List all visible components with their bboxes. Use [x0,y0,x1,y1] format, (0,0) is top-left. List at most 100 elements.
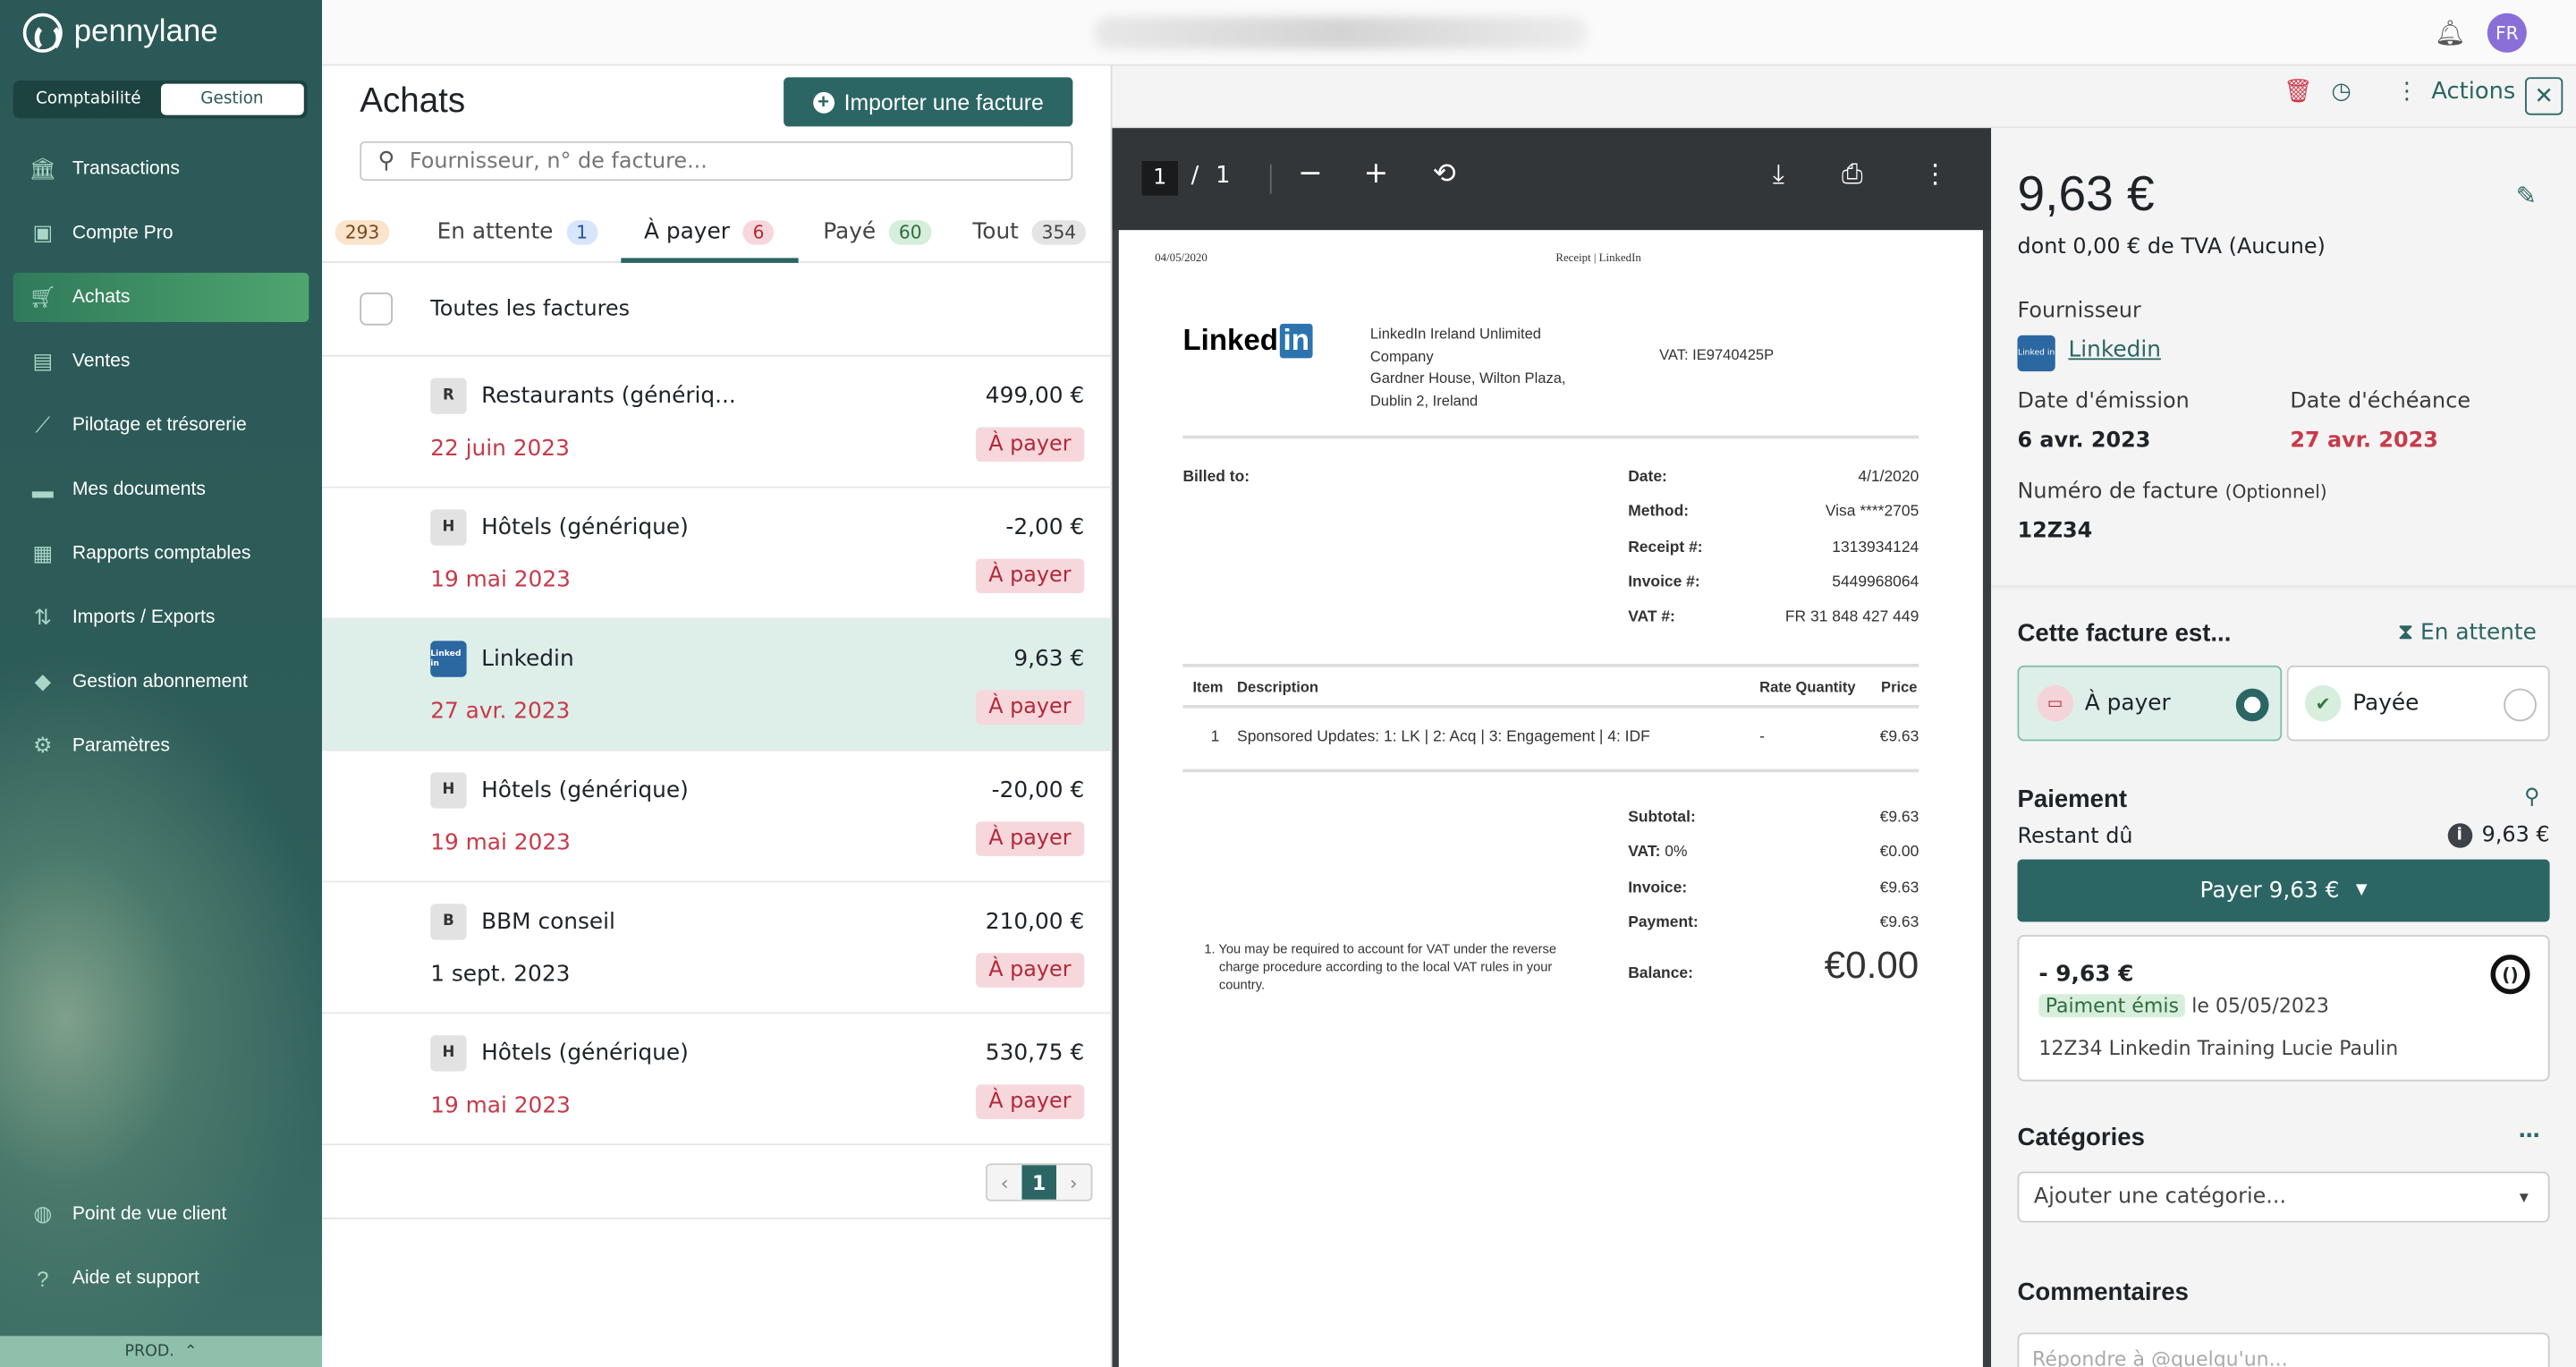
sidebar-item-ventes[interactable]: ▤ Ventes [13,337,309,386]
next-page-button[interactable]: › [1056,1165,1091,1200]
bell-icon[interactable]: 🔔︎ [2435,18,2466,47]
pdf-viewer: 1 / 1 − + ⟲ ⤓ ⎙ ⋮ 04/05/2020 Receipt | L… [1112,128,1992,1367]
close-button[interactable]: ✕ [2525,77,2563,115]
table-row[interactable]: Linked in Linkedin 9,63 € 27 avr. 2023 À… [321,619,1113,751]
sidebar-item-compte-pro[interactable]: ▣ Compte Pro [13,208,309,258]
optional-hint: (Optionnel) [2224,481,2327,504]
caret-down-icon: ▼ [2519,1190,2529,1204]
sidebar: pennylane Comptabilité Gestion 🏛︎ Transac… [0,0,322,1367]
caret-down-icon: ▼ [2355,882,2368,899]
zoom-in-icon[interactable]: + [1363,156,1388,191]
radio-unselected[interactable] [2504,688,2537,722]
import-invoice-button[interactable]: + Importer une facture [784,77,1073,127]
sidebar-item-rapports-comptables[interactable]: ▦ Rapports comptables [13,529,309,578]
more-icon[interactable]: ⋮ [1922,157,1948,189]
print-icon[interactable]: ⎙ [1842,157,1863,191]
payment-ref: 12Z34 Linkedin Training Lucie Paulin [2038,1036,2399,1060]
cart-icon: 🛒︎ [29,284,56,310]
select-all-row: Toutes les factures [321,263,1113,357]
sidebar-item-achats[interactable]: 🛒︎ Achats [13,272,309,322]
logo[interactable]: pennylane [22,13,218,53]
due-date: 27 avr. 2023 [430,698,571,725]
sidebar-item-point-de-vue-client[interactable]: ◍ Point de vue client [13,1190,309,1239]
comment-input[interactable]: Répondre à @quelqu'un... [2017,1332,2550,1367]
issue-date[interactable]: 6 avr. 2023 [2018,429,2151,454]
tab--payer[interactable]: À payer 6 [644,210,775,253]
status-badge: À payer [975,1084,1085,1119]
invoice-number-label: Numéro de facture [2017,480,2219,505]
vat-line: dont 0,00 € de TVA (Aucune) [2017,234,2326,260]
sidebar-item-aide-et-support[interactable]: ? Aide et support [13,1253,309,1303]
clock-icon[interactable]: ◷ [2331,79,2351,105]
search-field: ⚲ [360,140,1073,182]
radio-selected[interactable] [2235,688,2269,722]
pdf-meta-value: 4/1/2020 [1858,468,1919,487]
table-row[interactable]: R Restaurants (génériq... 499,00 € 22 ju… [321,357,1113,488]
select-all-checkbox[interactable] [360,292,393,326]
tab-a-traiter[interactable]: 293 [335,210,390,253]
table-row[interactable]: H Hôtels (générique) -20,00 € 19 mai 202… [321,751,1113,883]
supplier-link[interactable]: Linkedin [2068,337,2161,363]
rotate-icon[interactable]: ⟲ [1433,157,1456,191]
tab-pay-[interactable]: Payé 60 [823,210,932,253]
supplier-avatar: H [430,1035,467,1072]
option-a-payer[interactable]: ▭ À payer [2017,665,2283,742]
pdf-note: 1. You may be required to account for VA… [1204,941,1557,993]
sidebar-item-pilotage-et-tr-sorerie[interactable]: ⟋ Pilotage et trésorerie [13,401,309,450]
sidebar-item-gestion-abonnement[interactable]: ◆ Gestion abonnement [13,658,309,707]
due-date[interactable]: 27 avr. 2023 [2290,429,2437,454]
mode-gestion[interactable]: Gestion [160,83,304,115]
payment-amount: - 9,63 € [2038,961,2134,988]
chevron-up-icon: ⌃ [183,1342,198,1361]
search-input[interactable] [409,149,1034,174]
supplier-name: Hôtels (générique) [481,514,689,541]
sidebar-item-mes-documents[interactable]: ▬ Mes documents [13,465,309,514]
table-row[interactable]: B BBM conseil 210,00 € 1 sept. 2023 À pa… [321,882,1113,1015]
categories-heading: Catégories [2017,1124,2145,1152]
info-icon: i [2447,823,2472,848]
category-select[interactable]: Ajouter une catégorie... ▼ [2017,1171,2550,1223]
payment-card[interactable]: - 9,63 € Paiment émis le 05/05/2023 12Z3… [2017,935,2550,1082]
chart-line-icon: ⟋ [35,412,51,437]
avatar[interactable]: FR [2487,13,2527,53]
status-tag: ⧗ En attente [2397,619,2537,646]
plus-circle-icon: + [812,90,835,113]
pdf-line-price: €9.63 [1879,727,1919,746]
zoom-out-icon[interactable]: − [1298,156,1323,191]
pdf-th-price: Price [1881,678,1918,695]
supplier-name: BBM conseil [481,908,615,936]
tab-en-attente[interactable]: En attente 1 [437,210,598,253]
store-icon: ▤ [32,348,54,373]
actions-menu-button[interactable]: ⋮ Actions [2395,79,2515,105]
pdf-total-key: VAT: [1628,843,1661,862]
bag-icon: ◆ [34,668,51,694]
page-number-input[interactable]: 1 [1141,160,1178,196]
mode-comptabilite[interactable]: Comptabilité [16,84,160,115]
option-payee[interactable]: ✔ Payée [2286,665,2550,742]
page-total: 1 [1216,162,1231,190]
invoice-detail-panel: 9,63 € ✎ dont 0,00 € de TVA (Aucune) Fou… [1991,128,2576,1367]
environment-bar[interactable]: PROD. ⌃ [0,1336,322,1367]
prev-page-button[interactable]: ‹ [987,1165,1022,1200]
sidebar-item-param-tres[interactable]: ⚙ Paramètres [13,721,309,770]
pdf-balance: €0.00 [1824,943,1919,987]
download-icon[interactable]: ⤓ [1773,157,1784,191]
invoice-number[interactable]: 12Z34 [2018,519,2093,544]
sidebar-item-imports-exports[interactable]: ⇅ Imports / Exports [13,593,309,642]
table-row[interactable]: H Hôtels (générique) -2,00 € 19 mai 2023… [321,488,1113,620]
more-horizontal-icon[interactable]: … [2519,1119,2540,1144]
edit-pencil-icon[interactable]: ✎ [2516,181,2537,210]
tab-count-badge: 1 [566,219,598,244]
table-row[interactable]: H Hôtels (générique) 530,75 € 19 mai 202… [321,1014,1113,1146]
tab-tout[interactable]: Tout 354 [972,210,1087,253]
payment-heading: Paiement [2017,785,2128,814]
search-icon[interactable]: ⚲ [2524,785,2540,811]
due-date-label: Date d'échéance [2290,389,2471,414]
sidebar-item-transactions[interactable]: 🏛︎ Transactions [13,145,309,194]
global-search-redacted[interactable] [1094,16,1588,50]
page-1-button[interactable]: 1 [1021,1165,1057,1200]
linkedin-logo: Linked in [1182,323,1313,359]
pdf-meta-key: VAT #: [1628,607,1675,627]
trash-icon[interactable]: 🗑︎ [2284,79,2313,105]
pay-button[interactable]: Payer 9,63 € ▼ [2017,859,2550,922]
